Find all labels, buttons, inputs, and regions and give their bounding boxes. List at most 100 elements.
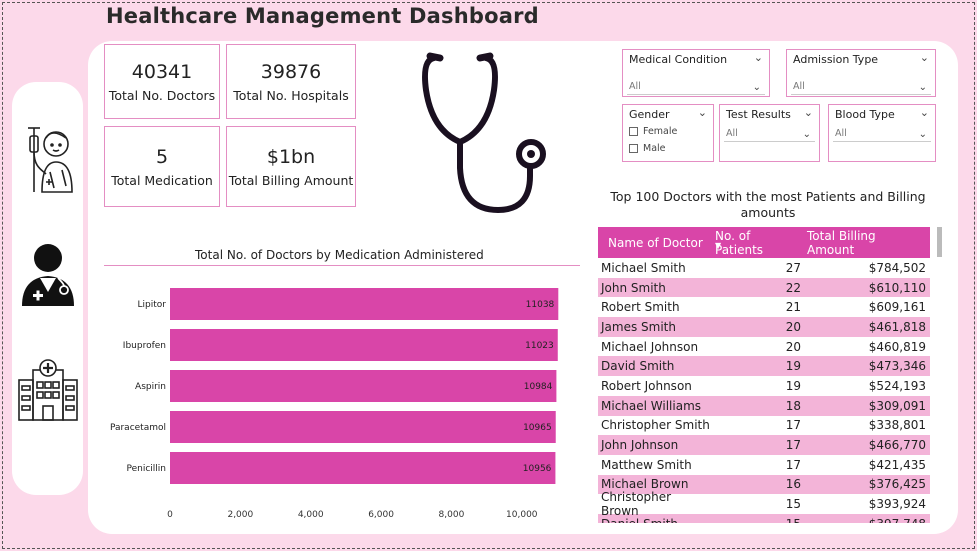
table-row[interactable]: Michael Johnson 20 $460,819 <box>598 337 930 357</box>
x-tick-label: 8,000 <box>439 510 465 520</box>
cell-billing: $473,346 <box>868 359 926 374</box>
chevron-down-icon[interactable]: ⌄ <box>920 106 929 119</box>
bar-ibuprofen[interactable] <box>170 329 558 361</box>
patient-icon[interactable] <box>12 122 83 194</box>
slicer-value: All <box>629 81 641 92</box>
chevron-down-icon[interactable]: ⌄ <box>753 82 761 93</box>
cell-patients: 19 <box>785 359 801 374</box>
slicer-blood-type[interactable]: Blood Type ⌄ All ⌄ <box>828 104 936 162</box>
cell-billing: $397,748 <box>804 517 930 523</box>
table-row[interactable]: Christopher Brown 15 $393,924 <box>598 490 930 518</box>
table-header: Name of Doctor No. of Patients ▼ Total B… <box>598 227 930 258</box>
chevron-down-icon[interactable]: ⌄ <box>803 129 811 140</box>
table-row[interactable]: James Smith 20 $461,818 <box>598 317 930 337</box>
cell-doctor: John Johnson <box>601 438 679 453</box>
table-row[interactable]: Michael Williams 18 $309,091 <box>598 395 930 416</box>
slicer-test-results[interactable]: Test Results ⌄ All ⌄ <box>719 104 820 162</box>
bar-paracetamol[interactable] <box>170 411 556 443</box>
column-header-doctor[interactable]: Name of Doctor <box>598 236 712 250</box>
x-tick-label: 6,000 <box>368 510 394 520</box>
checkbox-female[interactable]: Female <box>629 126 677 137</box>
doctor-icon[interactable] <box>12 240 83 308</box>
cell-doctor: Robert Johnson <box>601 378 692 393</box>
column-header-billing[interactable]: Total Billing Amount <box>804 229 930 257</box>
chevron-down-icon[interactable]: ⌄ <box>920 51 929 64</box>
category-label: Aspirin <box>135 382 166 392</box>
column-header-patients[interactable]: No. of Patients ▼ <box>712 229 804 257</box>
slicer-title: Medical Condition <box>629 53 728 66</box>
chevron-down-icon[interactable]: ⌄ <box>919 129 927 140</box>
cell-patients: 17 <box>785 438 801 453</box>
table-row[interactable]: Matthew Smith 17 $421,435 <box>598 455 930 475</box>
table-row[interactable]: David Smith 19 $473,346 <box>598 356 930 377</box>
kpi-card-billing: $1bn Total Billing Amount <box>226 126 356 207</box>
x-tick-label: 4,000 <box>298 510 324 520</box>
bar-penicillin[interactable] <box>170 452 556 484</box>
category-label: Penicillin <box>126 464 166 474</box>
chevron-down-icon[interactable]: ⌄ <box>804 106 813 119</box>
cell-patients: 17 <box>785 457 801 472</box>
kpi-value: 39876 <box>260 60 322 83</box>
checkbox-icon[interactable] <box>629 127 638 136</box>
kpi-card-doctors: 40341 Total No. Doctors <box>104 44 220 119</box>
x-tick-label: 10,000 <box>506 510 538 520</box>
cell-patients: 17 <box>785 418 801 433</box>
kpi-card-hospitals: 39876 Total No. Hospitals <box>226 44 356 119</box>
chevron-down-icon[interactable]: ⌄ <box>754 51 763 64</box>
cell-doctor: James Smith <box>601 319 676 334</box>
slicer-medical-condition[interactable]: Medical Condition ⌄ All ⌄ <box>622 49 770 97</box>
chevron-down-icon[interactable]: ⌄ <box>698 106 707 119</box>
chart-title-divider <box>104 265 580 266</box>
cell-doctor: Robert Smith <box>601 300 680 315</box>
slicer-gender[interactable]: Gender ⌄ Female Male <box>622 104 714 162</box>
x-tick-label: 2,000 <box>227 510 253 520</box>
bar-chart: Lipitor 11038 Ibuprofen 11023 Aspirin 10984 Pa… <box>110 288 559 520</box>
doctors-table: Name of Doctor No. of Patients ▼ Total B… <box>598 227 930 523</box>
bar-aspirin[interactable] <box>170 370 557 402</box>
slicer-value: All <box>726 128 738 139</box>
kpi-value: 40341 <box>131 60 193 83</box>
bar-lipitor[interactable] <box>170 288 559 320</box>
sort-desc-icon[interactable]: ▼ <box>715 241 721 250</box>
cell-doctor: David Smith <box>601 359 675 374</box>
cell-billing: $393,924 <box>868 497 926 512</box>
table-title: Top 100 Doctors with the most Patients a… <box>610 189 926 220</box>
hospital-icon[interactable] <box>12 358 83 422</box>
table-row[interactable]: John Johnson 17 $466,770 <box>598 435 930 455</box>
checkbox-icon[interactable] <box>629 144 638 153</box>
kpi-label: Total No. Hospitals <box>233 87 349 103</box>
slicer-admission-type[interactable]: Admission Type ⌄ All ⌄ <box>786 49 936 97</box>
cell-patients: 15 <box>785 497 801 512</box>
table-row[interactable]: Christopher Smith 17 $338,801 <box>598 416 930 436</box>
kpi-value: $1bn <box>266 145 316 168</box>
chevron-down-icon[interactable]: ⌄ <box>919 82 927 93</box>
cell-doctor: John Smith <box>601 280 666 295</box>
cell-doctor: Michael Johnson <box>601 339 699 354</box>
cell-billing: $609,161 <box>868 300 926 315</box>
table-row[interactable]: John Smith 22 $610,110 <box>598 277 930 298</box>
cell-billing: $460,819 <box>868 339 926 354</box>
cell-doctor: Christopher Smith <box>601 418 710 433</box>
slicer-title: Blood Type <box>835 108 895 121</box>
table-scrollbar[interactable] <box>937 227 942 257</box>
cell-billing: $466,770 <box>868 438 926 453</box>
chart-title: Total No. of Doctors by Medication Admin… <box>195 248 484 262</box>
cell-doctor: Matthew Smith <box>601 457 692 472</box>
cell-doctor: Christopher Brown <box>601 490 672 519</box>
kpi-card-medication: 5 Total Medication <box>104 126 220 207</box>
cell-billing: $610,110 <box>868 280 926 295</box>
category-label: Lipitor <box>138 300 167 310</box>
table-row[interactable]: Robert Smith 21 $609,161 <box>598 297 930 317</box>
cell-patients: 27 <box>785 260 801 275</box>
data-label: 11038 <box>526 300 555 310</box>
kpi-label: Total Billing Amount <box>228 172 354 188</box>
cell-billing: $784,502 <box>868 260 926 275</box>
slicer-value: All <box>793 81 805 92</box>
cell-doctor: Daniel Smith <box>598 517 712 523</box>
slicer-value: All <box>835 128 847 139</box>
cell-patients: 21 <box>785 300 801 315</box>
data-label: 11023 <box>525 341 554 351</box>
table-row[interactable]: Michael Smith 27 $784,502 <box>598 258 930 278</box>
table-row[interactable]: Robert Johnson 19 $524,193 <box>598 376 930 396</box>
checkbox-male[interactable]: Male <box>629 143 666 154</box>
